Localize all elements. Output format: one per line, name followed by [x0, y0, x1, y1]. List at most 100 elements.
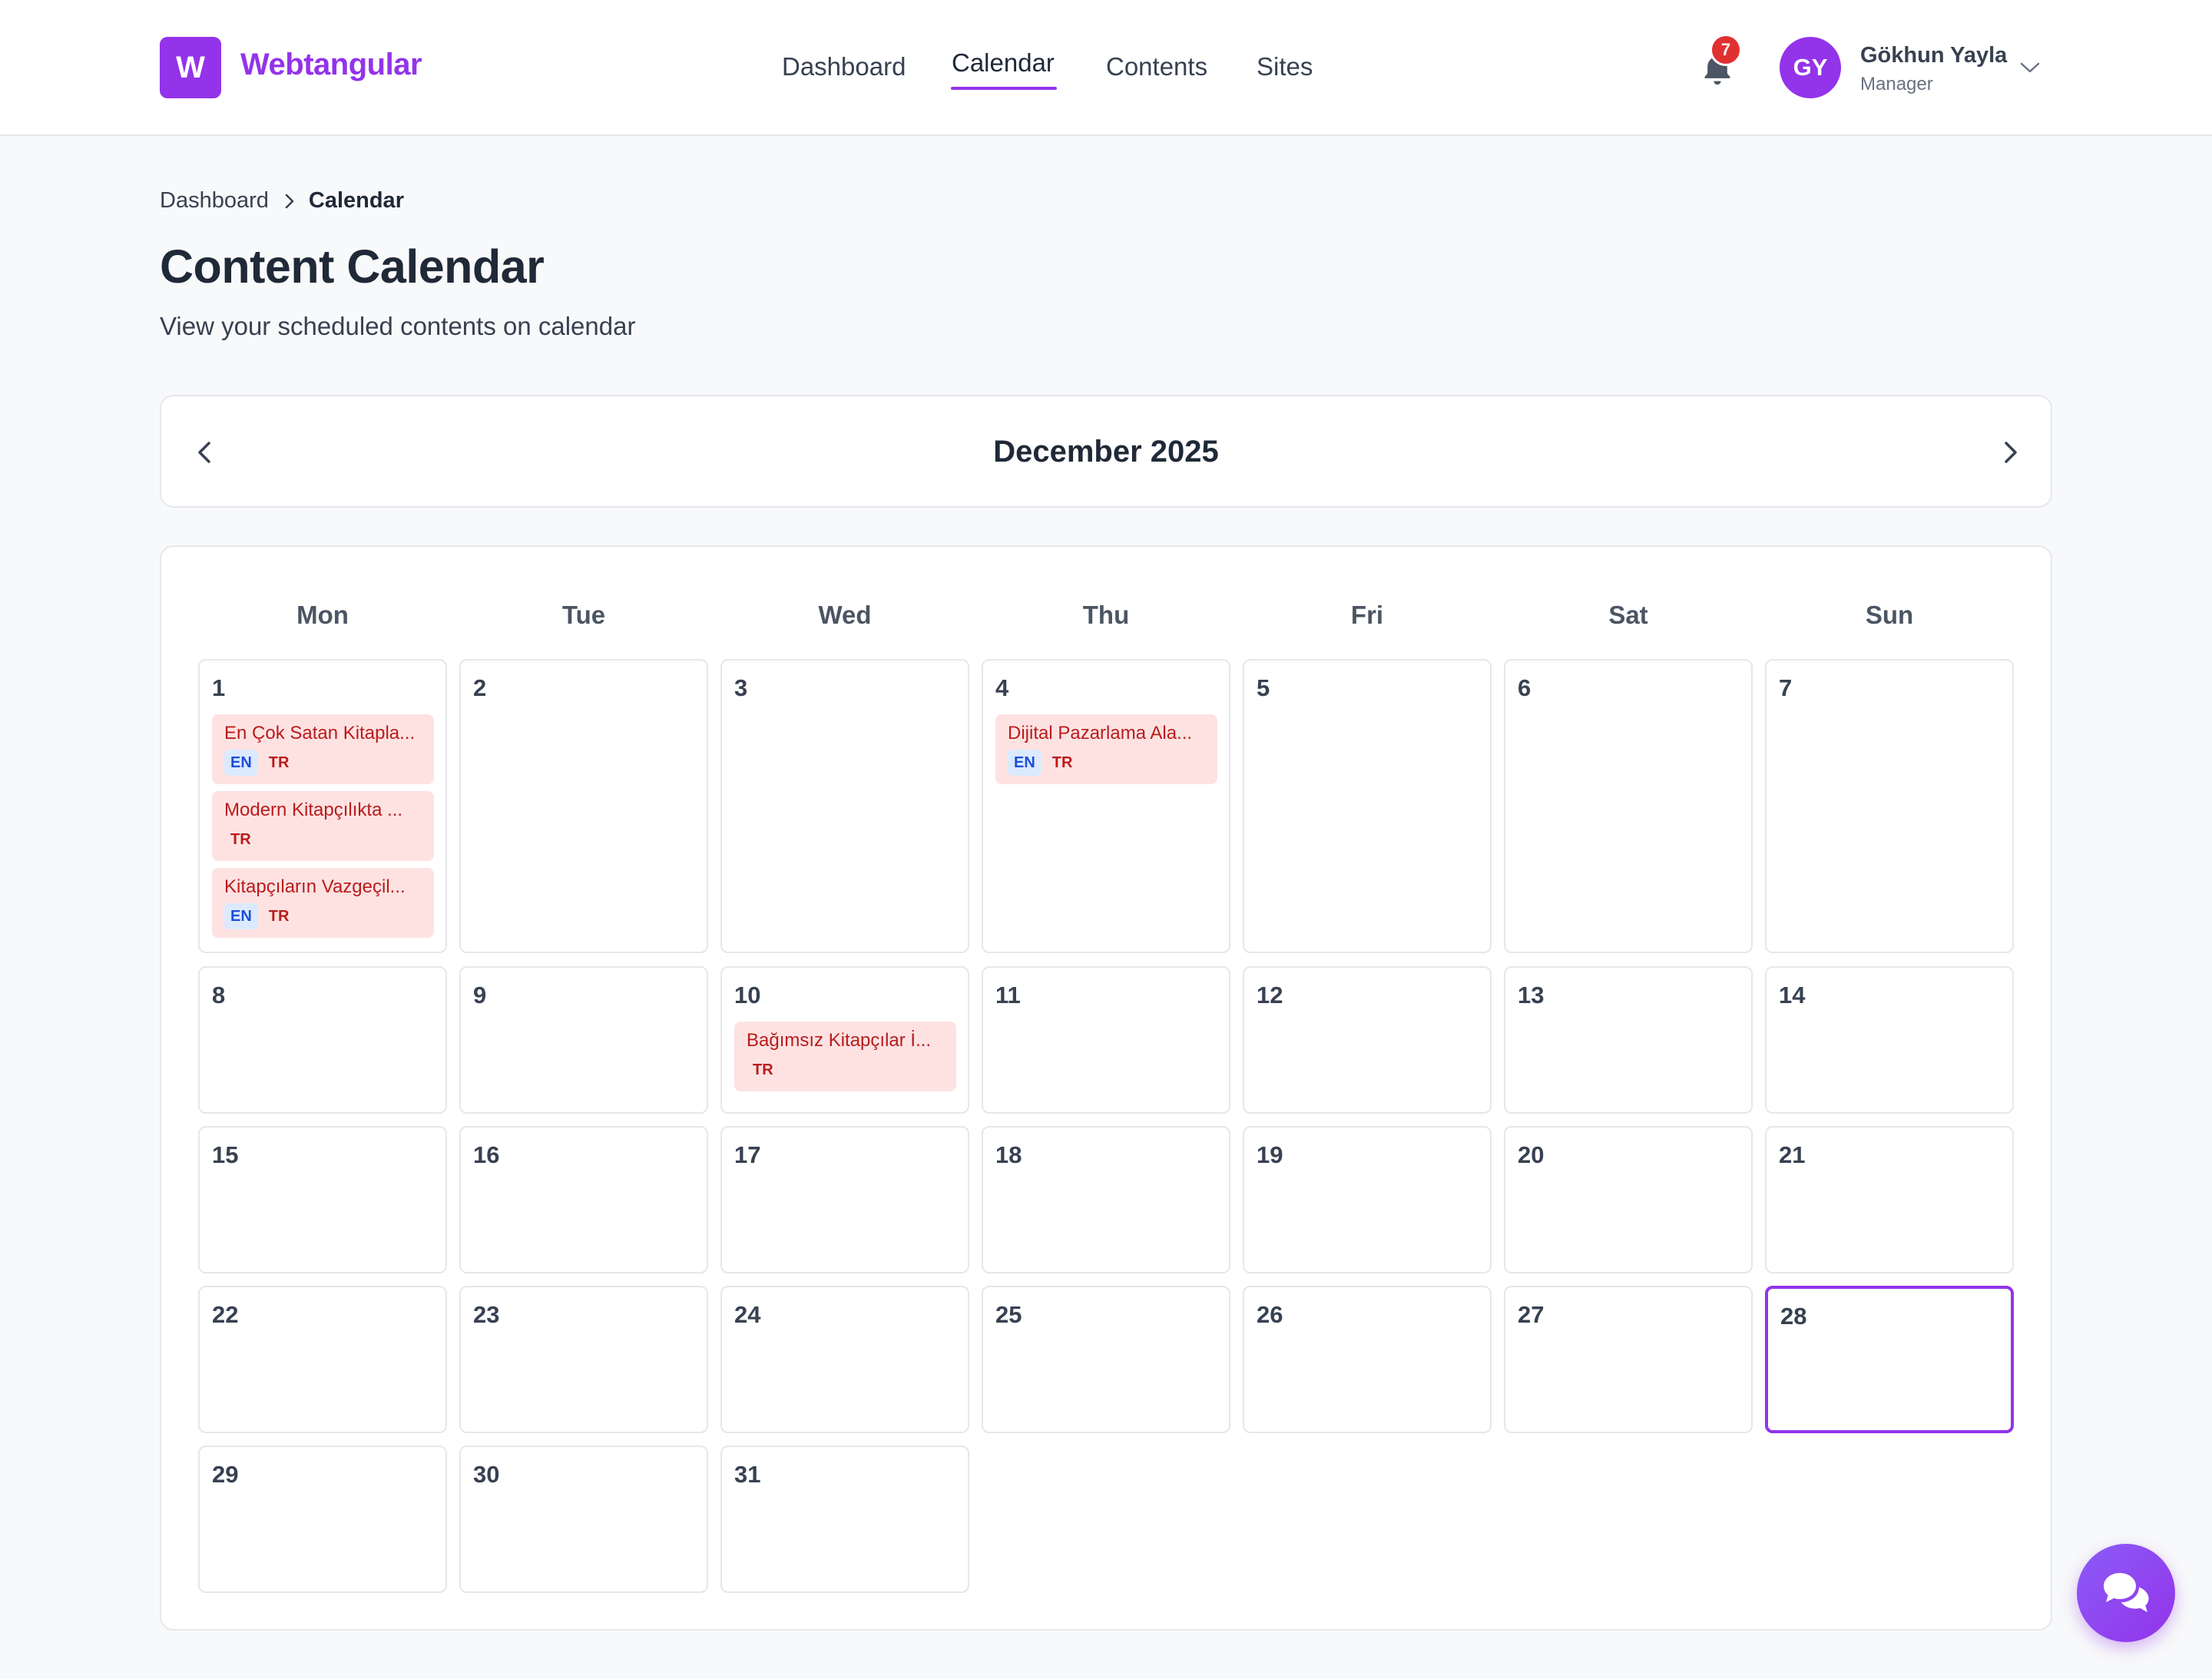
day-cell[interactable]: 9	[459, 966, 708, 1114]
day-cell[interactable]: 13	[1504, 966, 1753, 1114]
day-number: 8	[212, 982, 226, 1008]
weekday-header: Fri	[1350, 601, 1384, 629]
day-number: 21	[1779, 1141, 1806, 1168]
day-number: 20	[1518, 1141, 1545, 1168]
month-navigator: December 2025	[160, 395, 2052, 508]
nav-calendar[interactable]: Calendar	[952, 48, 1055, 78]
day-number: 9	[473, 982, 487, 1008]
day-number: 25	[995, 1301, 1022, 1328]
language-badge-tr: TR	[1051, 754, 1073, 771]
day-number: 29	[212, 1461, 239, 1488]
calendar-event[interactable]: En Çok Satan Kitapla... EN TR	[212, 714, 434, 784]
day-number: 6	[1518, 674, 1532, 701]
day-cell[interactable]: 25	[982, 1286, 1230, 1433]
day-number: 30	[473, 1461, 500, 1488]
day-cell[interactable]: 31	[720, 1446, 969, 1593]
language-badge-tr: TR	[753, 1061, 773, 1078]
nav-contents[interactable]: Contents	[1106, 52, 1207, 81]
day-number: 23	[473, 1301, 500, 1328]
next-month-button[interactable]	[1991, 433, 2029, 472]
weekday-header: Sat	[1608, 601, 1648, 629]
day-cell[interactable]: 30	[459, 1446, 708, 1593]
chat-icon	[2104, 1573, 2149, 1612]
day-number: 18	[995, 1141, 1022, 1168]
day-number: 10	[734, 982, 761, 1008]
day-cell[interactable]: 6	[1504, 659, 1753, 953]
breadcrumb-dashboard-link[interactable]: Dashboard	[160, 188, 269, 214]
weekday-header: Wed	[818, 601, 872, 629]
day-cell-today[interactable]: 28	[1765, 1286, 2014, 1433]
day-cell[interactable]: 24	[720, 1286, 969, 1433]
day-cell[interactable]: 4 Dijital Pazarlama Ala... EN TR	[982, 659, 1230, 953]
day-number: 13	[1518, 982, 1545, 1008]
event-title: Dijital Pazarlama Ala...	[1008, 723, 1193, 743]
day-cell[interactable]: 18	[982, 1126, 1230, 1273]
day-cell[interactable]: 26	[1243, 1286, 1492, 1433]
brand-name[interactable]: Webtangular	[240, 48, 422, 82]
day-cell[interactable]: 19	[1243, 1126, 1492, 1273]
calendar-grid: Mon Tue Wed Thu Fri Sat Sun 1 En Çok Satan Kitap…	[160, 545, 2052, 1631]
day-cell[interactable]: 14	[1765, 966, 2014, 1114]
weekday-header: Thu	[1082, 601, 1130, 629]
language-badge-tr: TR	[268, 908, 290, 925]
day-cell[interactable]: 29	[198, 1446, 447, 1593]
day-number: 5	[1257, 674, 1270, 701]
language-tags: EN TR	[224, 750, 295, 776]
page-subtitle: View your scheduled contents on calendar	[160, 312, 636, 340]
chat-button[interactable]	[2077, 1544, 2175, 1642]
event-title: Kitapçıların Vazgeçil...	[224, 876, 406, 897]
day-cell[interactable]: 12	[1243, 966, 1492, 1114]
language-badge-en: EN	[224, 750, 258, 776]
nav-sites[interactable]: Sites	[1257, 52, 1313, 81]
logo-icon[interactable]: W	[160, 37, 221, 98]
calendar-event[interactable]: Kitapçıların Vazgeçil... EN TR	[212, 868, 434, 938]
user-name[interactable]: Gökhun Yayla	[1860, 43, 2007, 68]
day-cell[interactable]: 15	[198, 1126, 447, 1273]
day-number: 28	[1780, 1303, 1807, 1330]
language-tags: EN TR	[1008, 750, 1078, 776]
avatar[interactable]: GY	[1780, 37, 1841, 98]
day-cell[interactable]: 8	[198, 966, 447, 1114]
user-role: Manager	[1860, 74, 1933, 94]
day-cell[interactable]: 22	[198, 1286, 447, 1433]
day-cell[interactable]: 23	[459, 1286, 708, 1433]
day-number: 16	[473, 1141, 500, 1168]
day-number: 22	[212, 1301, 239, 1328]
day-number: 19	[1257, 1141, 1283, 1168]
day-cell[interactable]: 7	[1765, 659, 2014, 953]
calendar-event[interactable]: Modern Kitapçılıkta ... TR	[212, 791, 434, 861]
calendar-event[interactable]: Bağımsız Kitapçılar İ... TR	[734, 1022, 956, 1091]
day-cell[interactable]: 5	[1243, 659, 1492, 953]
day-cell[interactable]: 11	[982, 966, 1230, 1114]
day-number: 7	[1779, 674, 1793, 701]
language-tags: TR	[224, 826, 257, 853]
day-number: 31	[734, 1461, 761, 1488]
event-title: En Çok Satan Kitapla...	[224, 723, 416, 743]
day-cell[interactable]: 2	[459, 659, 708, 953]
day-cell[interactable]: 3	[720, 659, 969, 953]
day-cell[interactable]: 1 En Çok Satan Kitapla... EN TR Modern Kitap…	[198, 659, 447, 953]
chevron-down-icon[interactable]	[2018, 58, 2041, 77]
day-number: 26	[1257, 1301, 1283, 1328]
day-cell[interactable]: 21	[1765, 1126, 2014, 1273]
day-number: 3	[734, 674, 748, 701]
event-title: Bağımsız Kitapçılar İ...	[747, 1030, 932, 1051]
language-tags: TR	[747, 1057, 780, 1083]
day-cell[interactable]: 16	[459, 1126, 708, 1273]
calendar-event[interactable]: Dijital Pazarlama Ala... EN TR	[995, 714, 1217, 784]
nav-active-indicator	[951, 87, 1057, 90]
language-badge-en: EN	[1008, 750, 1041, 776]
day-number: 2	[473, 674, 487, 701]
day-cell[interactable]: 27	[1504, 1286, 1753, 1433]
nav-dashboard[interactable]: Dashboard	[782, 52, 906, 81]
day-cell[interactable]: 10 Bağımsız Kitapçılar İ... TR	[720, 966, 969, 1114]
weekday-header: Sun	[1865, 601, 1914, 629]
weekday-header: Tue	[561, 601, 606, 629]
weekday-header: Mon	[296, 601, 349, 629]
language-badge-tr: TR	[268, 754, 290, 771]
day-cell[interactable]: 17	[720, 1126, 969, 1273]
page-title: Content Calendar	[160, 240, 545, 293]
language-badge-tr: TR	[230, 831, 251, 848]
day-cell[interactable]: 20	[1504, 1126, 1753, 1273]
chevron-right-icon	[285, 194, 294, 208]
